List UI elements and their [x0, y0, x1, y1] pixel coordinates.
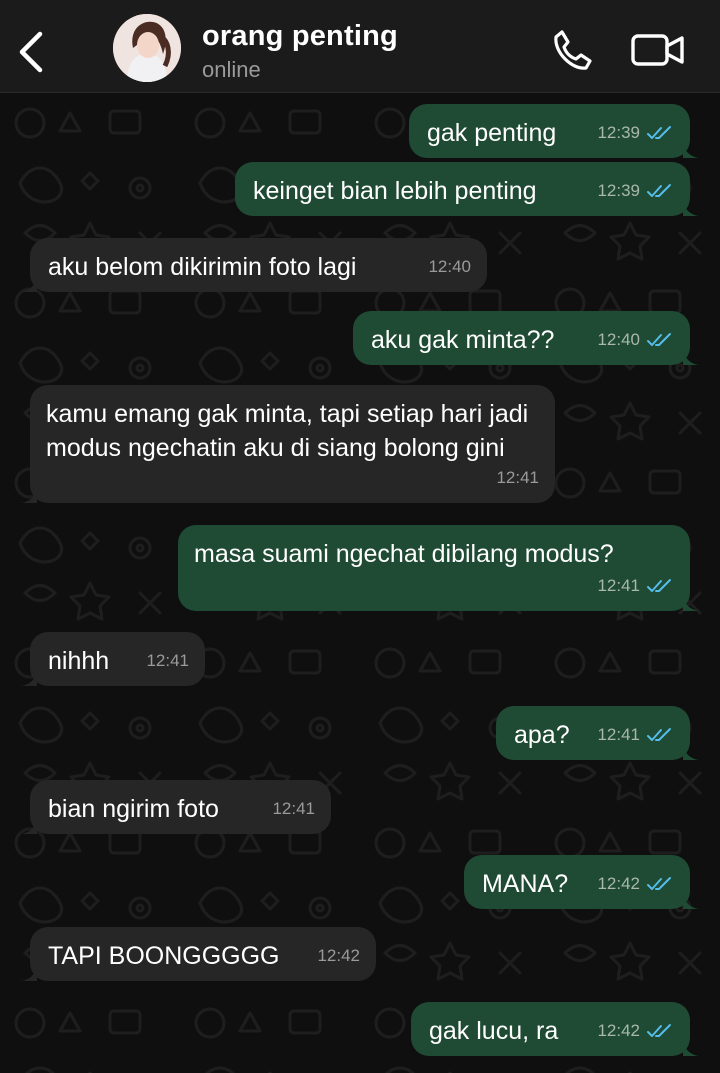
message-text: aku belom dikirimin foto lagi — [48, 253, 357, 281]
bubble-tail — [683, 1042, 699, 1056]
message-text: apa? — [514, 721, 570, 749]
message-meta: 12:41 — [146, 644, 189, 678]
message-text: masa suami ngechat dibilang modus? — [194, 540, 614, 568]
message-time: 12:42 — [597, 1021, 640, 1040]
chat-screen: orang penting online gak penting 12:39 k… — [0, 0, 720, 1073]
double-check-icon — [647, 1024, 671, 1037]
message-meta: 12:42 — [597, 1014, 674, 1048]
contact-name[interactable]: orang penting — [202, 20, 398, 53]
message-text: nihhh — [48, 647, 110, 675]
message-meta: 12:40 — [428, 250, 471, 284]
back-button[interactable] — [10, 22, 54, 78]
outgoing-message[interactable]: MANA? 12:42 — [464, 855, 699, 909]
message-text: bian ngirim foto — [48, 795, 219, 823]
message-meta: 12:41 — [597, 718, 674, 752]
message-time: 12:39 — [597, 181, 640, 200]
bubble-tail — [683, 746, 699, 760]
voice-call-button[interactable] — [548, 26, 596, 74]
bubble-tail — [21, 820, 37, 834]
message-text: keinget bian lebih penting — [253, 177, 537, 205]
message-meta: 12:39 — [597, 174, 674, 208]
outgoing-message[interactable]: gak penting 12:39 — [409, 104, 699, 158]
outgoing-message[interactable]: keinget bian lebih penting 12:39 — [235, 162, 699, 216]
message-time: 12:39 — [597, 123, 640, 142]
video-camera-icon — [631, 34, 684, 66]
bubble-tail — [21, 278, 37, 292]
avatar-photo — [113, 14, 181, 82]
message-time: 12:41 — [272, 799, 315, 818]
message-text: MANA? — [482, 870, 569, 898]
message-text: kamu emang gak minta, tapi setiap hari j… — [46, 400, 536, 462]
incoming-message[interactable]: aku belom dikirimin foto lagi 12:40 — [21, 238, 487, 292]
double-check-icon — [647, 126, 671, 139]
double-check-icon — [647, 184, 671, 197]
message-time: 12:41 — [597, 725, 640, 744]
double-check-icon — [647, 877, 671, 890]
outgoing-message[interactable]: masa suami ngechat dibilang modus? 12:41 — [178, 525, 699, 611]
message-text: gak lucu, ra — [429, 1017, 559, 1045]
bubble-tail — [21, 967, 37, 981]
bubble-tail — [683, 597, 699, 611]
message-time: 12:40 — [597, 330, 640, 349]
message-meta: 12:39 — [597, 116, 674, 150]
bubble-tail — [21, 489, 37, 503]
bubble-tail — [683, 351, 699, 365]
message-text: TAPI BOONGGGGG — [48, 942, 280, 970]
message-time: 12:40 — [428, 257, 471, 276]
outgoing-message[interactable]: aku gak minta?? 12:40 — [353, 311, 699, 365]
chat-header: orang penting online — [0, 0, 720, 93]
incoming-message[interactable]: kamu emang gak minta, tapi setiap hari j… — [21, 385, 555, 503]
incoming-message[interactable]: nihhh 12:41 — [21, 632, 205, 686]
message-meta: 12:42 — [597, 867, 674, 901]
message-list[interactable]: gak penting 12:39 keinget bian lebih penti… — [0, 93, 720, 1073]
avatar[interactable] — [113, 14, 181, 82]
bubble-tail — [683, 202, 699, 216]
double-check-icon — [647, 728, 671, 741]
message-meta: 12:41 — [272, 792, 315, 826]
message-time: 12:42 — [597, 874, 640, 893]
message-meta: 12:42 — [317, 939, 360, 973]
message-text: aku gak minta?? — [371, 326, 555, 354]
chevron-left-icon — [19, 31, 43, 73]
contact-status: online — [202, 57, 261, 82]
video-call-button[interactable] — [630, 30, 686, 70]
phone-icon — [554, 30, 592, 70]
bubble-tail — [21, 672, 37, 686]
message-meta: 12:41 — [597, 569, 674, 603]
message-time: 12:41 — [146, 651, 189, 670]
outgoing-message[interactable]: gak lucu, ra 12:42 — [411, 1002, 699, 1056]
message-time: 12:42 — [317, 946, 360, 965]
bubble-tail — [683, 144, 699, 158]
double-check-icon — [647, 579, 671, 592]
incoming-message[interactable]: bian ngirim foto 12:41 — [21, 780, 331, 834]
message-text: gak penting — [427, 119, 557, 147]
outgoing-message[interactable]: apa? 12:41 — [496, 706, 699, 760]
message-time: 12:41 — [597, 576, 640, 595]
message-time: 12:41 — [496, 468, 539, 487]
message-meta: 12:40 — [597, 323, 674, 357]
incoming-message[interactable]: TAPI BOONGGGGG 12:42 — [21, 927, 376, 981]
bubble-tail — [683, 895, 699, 909]
message-meta: 12:41 — [496, 461, 539, 495]
double-check-icon — [647, 333, 671, 346]
